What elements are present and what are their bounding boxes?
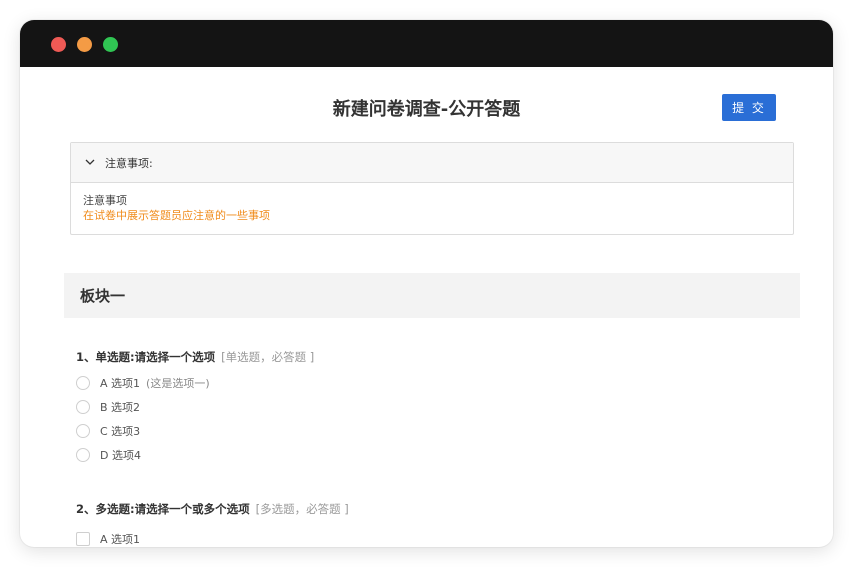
question-1: 1、单选题:请选择一个选项 [单选题，必答题 ] A 选项1 (这是选项一) B … [76, 349, 314, 467]
close-window-button[interactable] [51, 37, 66, 52]
question-title: 1、单选题:请选择一个选项 [单选题，必答题 ] [76, 349, 314, 369]
maximize-window-button[interactable] [103, 37, 118, 52]
chevron-down-icon [84, 157, 96, 169]
option-label: A 选项1 [100, 377, 141, 390]
survey-page: 新建问卷调查-公开答题 提 交 注意事项: 注意事项 在试卷中展示答题员应注意的… [20, 67, 833, 547]
question-meta: [单选题，必答题 ] [221, 350, 315, 364]
radio-button[interactable] [76, 400, 90, 414]
radio-button[interactable] [76, 424, 90, 438]
option-d[interactable]: D 选项4 [76, 443, 314, 467]
option-a[interactable]: A 选项1 [76, 527, 349, 547]
question-type: 单选题: [95, 350, 135, 364]
question-type: 多选题: [95, 502, 135, 516]
question-title: 2、多选题:请选择一个或多个选项 [多选题，必答题 ] [76, 501, 349, 521]
notice-panel-header[interactable]: 注意事项: [71, 143, 793, 183]
option-label: C 选项3 [100, 425, 141, 438]
notice-text: 注意事项 [83, 194, 127, 207]
notice-header-label: 注意事项: [105, 156, 153, 170]
option-note: (这是选项一) [146, 377, 210, 390]
browser-window: 新建问卷调查-公开答题 提 交 注意事项: 注意事项 在试卷中展示答题员应注意的… [20, 20, 833, 547]
submit-button[interactable]: 提 交 [722, 94, 776, 121]
notice-body: 注意事项 在试卷中展示答题员应注意的一些事项 [71, 183, 793, 233]
checkbox[interactable] [76, 532, 90, 546]
radio-button[interactable] [76, 448, 90, 462]
radio-button[interactable] [76, 376, 90, 390]
question-2: 2、多选题:请选择一个或多个选项 [多选题，必答题 ] A 选项1 [76, 501, 349, 547]
section-header: 板块一 [64, 273, 800, 318]
option-c[interactable]: C 选项3 [76, 419, 314, 443]
minimize-window-button[interactable] [77, 37, 92, 52]
option-b[interactable]: B 选项2 [76, 395, 314, 419]
question-meta: [多选题，必答题 ] [255, 502, 349, 516]
window-titlebar [20, 20, 833, 67]
question-prompt: 请选择一个选项 [134, 350, 216, 364]
notice-panel: 注意事项: 注意事项 在试卷中展示答题员应注意的一些事项 [70, 142, 794, 235]
option-label: A 选项1 [100, 533, 141, 546]
section-title: 板块一 [80, 287, 126, 305]
option-label: B 选项2 [100, 401, 141, 414]
question-number: 2、 [76, 502, 96, 516]
notice-description: 在试卷中展示答题员应注意的一些事项 [83, 209, 270, 222]
question-number: 1、 [76, 350, 96, 364]
page-title: 新建问卷调查-公开答题 [332, 99, 521, 120]
option-a[interactable]: A 选项1 (这是选项一) [76, 371, 314, 395]
option-label: D 选项4 [100, 449, 141, 462]
question-prompt: 请选择一个或多个选项 [134, 502, 250, 516]
